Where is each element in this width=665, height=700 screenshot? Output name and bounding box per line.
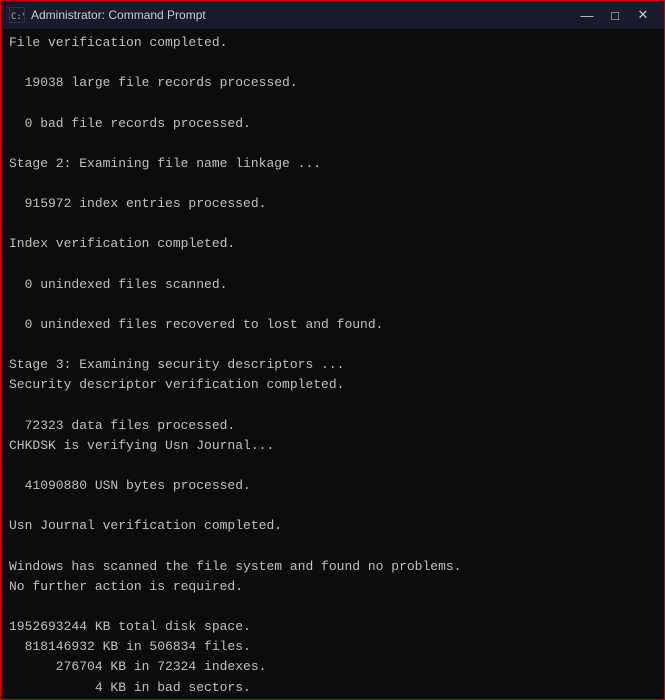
console-line: Index verification completed.	[9, 234, 656, 254]
console-line	[9, 597, 656, 617]
console-output: File verification completed. 19038 large…	[1, 29, 664, 699]
console-line: Security descriptor verification complet…	[9, 375, 656, 395]
console-line: 948684 KB in use by the system.	[9, 698, 656, 699]
close-button[interactable]: ✕	[630, 5, 656, 25]
console-line	[9, 496, 656, 516]
console-line	[9, 93, 656, 113]
console-line: 0 bad file records processed.	[9, 114, 656, 134]
console-line: CHKDSK is verifying Usn Journal...	[9, 436, 656, 456]
title-bar-left: C:\ Administrator: Command Prompt	[9, 7, 206, 23]
cmd-icon: C:\	[9, 7, 25, 23]
console-line	[9, 456, 656, 476]
cmd-window: C:\ Administrator: Command Prompt — □ ✕ …	[0, 0, 665, 700]
console-line: 1952693244 KB total disk space.	[9, 617, 656, 637]
console-line	[9, 214, 656, 234]
console-line	[9, 295, 656, 315]
console-line: Stage 2: Examining file name linkage ...	[9, 154, 656, 174]
console-line: 4 KB in bad sectors.	[9, 678, 656, 698]
console-line	[9, 134, 656, 154]
console-line	[9, 537, 656, 557]
minimize-button[interactable]: —	[574, 5, 600, 25]
console-line: 19038 large file records processed.	[9, 73, 656, 93]
console-line	[9, 335, 656, 355]
maximize-button[interactable]: □	[602, 5, 628, 25]
window-title: Administrator: Command Prompt	[31, 8, 206, 22]
console-line: 72323 data files processed.	[9, 416, 656, 436]
svg-text:C:\: C:\	[11, 12, 24, 22]
console-line: 276704 KB in 72324 indexes.	[9, 657, 656, 677]
console-line	[9, 255, 656, 275]
title-bar: C:\ Administrator: Command Prompt — □ ✕	[1, 1, 664, 29]
console-line	[9, 174, 656, 194]
console-line: File verification completed.	[9, 33, 656, 53]
console-line: 0 unindexed files recovered to lost and …	[9, 315, 656, 335]
console-line: 0 unindexed files scanned.	[9, 275, 656, 295]
console-line	[9, 396, 656, 416]
console-line: No further action is required.	[9, 577, 656, 597]
console-line: Usn Journal verification completed.	[9, 516, 656, 536]
console-line: 818146932 KB in 506834 files.	[9, 637, 656, 657]
console-line	[9, 53, 656, 73]
console-line: 41090880 USN bytes processed.	[9, 476, 656, 496]
console-line: Stage 3: Examining security descriptors …	[9, 355, 656, 375]
console-line: 915972 index entries processed.	[9, 194, 656, 214]
console-line: Windows has scanned the file system and …	[9, 557, 656, 577]
window-controls: — □ ✕	[574, 5, 656, 25]
